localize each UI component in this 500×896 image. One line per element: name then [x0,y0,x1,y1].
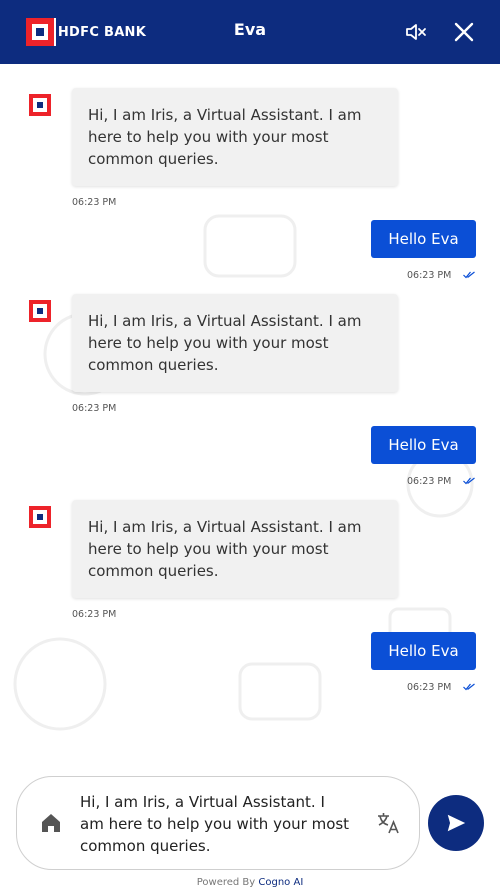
bot-message: Hi, I am Iris, a Virtual Assistant. I am… [72,294,398,392]
chat-area[interactable]: Hi, I am Iris, a Virtual Assistant. I am… [0,64,500,776]
send-icon [447,814,466,832]
message-time: 06:23 PM [407,270,452,281]
read-receipt-icon [463,477,475,485]
send-button[interactable] [428,795,484,851]
chat-header: HDFC BANK Eva [0,0,500,64]
powered-by-footer: Powered By Cogno AI [0,877,500,888]
bot-avatar [29,300,51,322]
message-input[interactable]: Hi, I am Iris, a Virtual Assistant. I am… [80,791,350,857]
message-time: 06:23 PM [72,609,117,620]
message-time: 06:23 PM [407,682,452,693]
home-icon[interactable] [39,811,63,835]
message-composer[interactable]: Hi, I am Iris, a Virtual Assistant. I am… [16,776,420,870]
powered-by-label: Powered By [196,877,256,888]
message-time: 06:23 PM [72,197,117,208]
mute-icon[interactable] [404,20,428,44]
read-receipt-icon [463,271,475,279]
user-message: Hello Eva [371,632,476,670]
vendor-name: Cogno AI [258,877,304,888]
bot-avatar [29,506,51,528]
read-receipt-icon [463,683,475,691]
user-message: Hello Eva [371,220,476,258]
bot-message: Hi, I am Iris, a Virtual Assistant. I am… [72,500,398,598]
bot-message: Hi, I am Iris, a Virtual Assistant. I am… [72,88,398,186]
translate-icon[interactable] [376,811,400,835]
close-icon[interactable] [452,20,476,44]
bot-avatar [29,94,51,116]
user-message: Hello Eva [371,426,476,464]
message-time: 06:23 PM [407,476,452,487]
message-time: 06:23 PM [72,403,117,414]
